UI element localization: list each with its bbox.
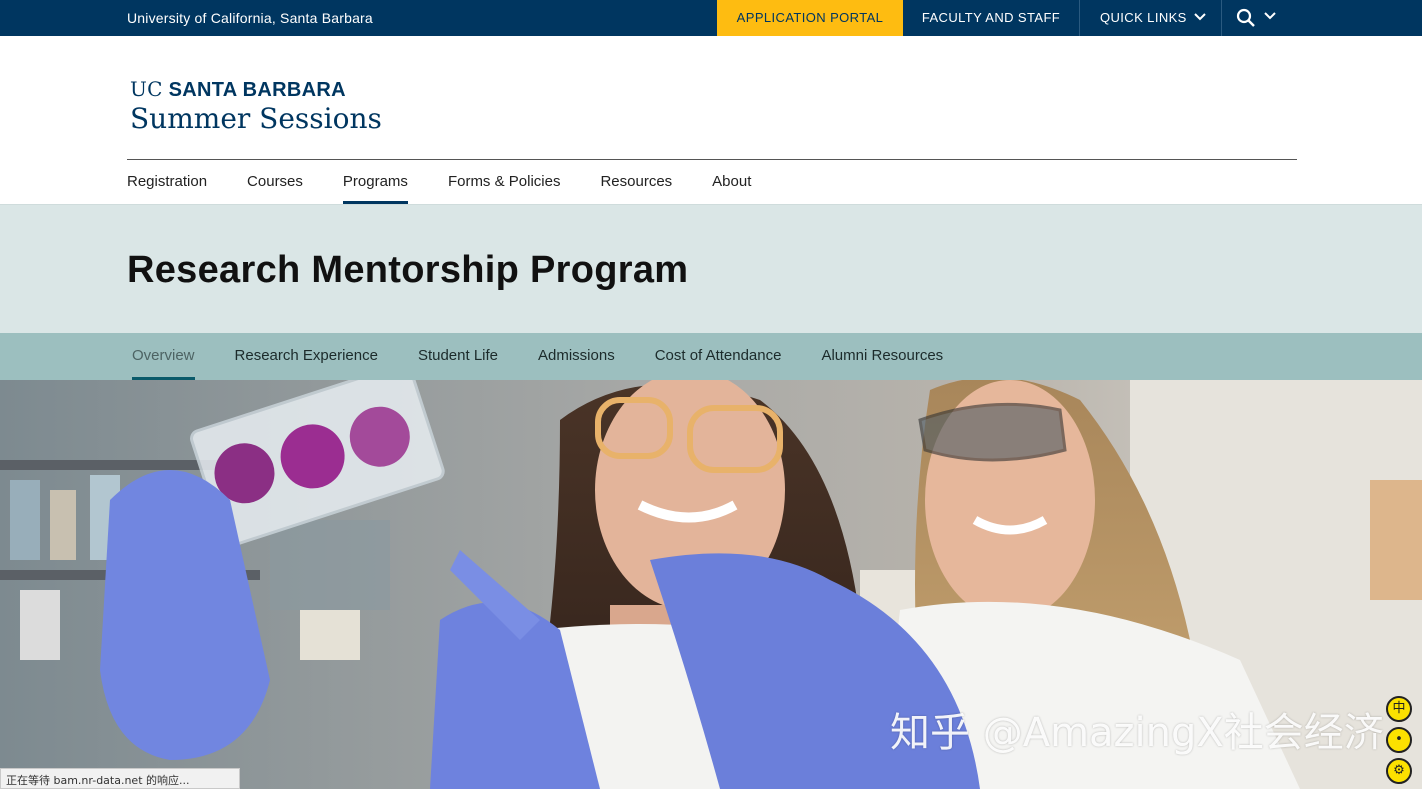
quick-links-label: QUICK LINKS — [1100, 10, 1187, 25]
browser-status-bar: 正在等待 bam.nr-data.net 的响应... — [0, 768, 240, 789]
summer-sessions-logo[interactable]: Summer Sessions — [130, 102, 382, 135]
utility-bar: University of California, Santa Barbara … — [0, 0, 1422, 36]
page-title-band: Research Mentorship Program — [0, 204, 1422, 333]
tab-alumni-resources[interactable]: Alumni Resources — [821, 333, 943, 380]
ucsb-logo[interactable]: UC SANTA BARBARA — [130, 77, 346, 102]
logo-uc-text: UC — [130, 77, 163, 101]
application-portal-button[interactable]: APPLICATION PORTAL — [717, 0, 903, 36]
university-link[interactable]: University of California, Santa Barbara — [127, 10, 373, 26]
zhihu-watermark: 知乎 @AmazingX社会经济 — [890, 710, 1384, 756]
nav-item-forms-policies[interactable]: Forms & Policies — [448, 162, 561, 204]
side-widget: 中 • ⚙ — [1386, 696, 1414, 789]
tab-research-experience[interactable]: Research Experience — [235, 333, 378, 380]
quick-links-dropdown[interactable]: QUICK LINKS — [1080, 0, 1222, 36]
header-divider — [127, 159, 1297, 160]
faculty-and-staff-link[interactable]: FACULTY AND STAFF — [903, 0, 1080, 36]
gear-icon[interactable]: ⚙ — [1386, 758, 1412, 784]
tab-overview[interactable]: Overview — [132, 333, 195, 380]
dot-menu-icon[interactable]: • — [1386, 727, 1412, 753]
page-title: Research Mentorship Program — [127, 249, 689, 291]
nav-item-resources[interactable]: Resources — [600, 162, 672, 204]
search-icon[interactable] — [1236, 8, 1258, 28]
main-nav: Registration Courses Programs Forms & Po… — [127, 162, 791, 204]
nav-item-courses[interactable]: Courses — [247, 162, 303, 204]
chevron-down-icon — [1194, 13, 1206, 21]
logo-santa-barbara-text: SANTA BARBARA — [168, 79, 346, 101]
tab-student-life[interactable]: Student Life — [418, 333, 498, 380]
program-subnav: Overview Research Experience Student Lif… — [0, 333, 1422, 380]
tab-cost-of-attendance[interactable]: Cost of Attendance — [655, 333, 782, 380]
nav-item-programs[interactable]: Programs — [342, 162, 408, 204]
nav-item-about[interactable]: About — [712, 162, 751, 204]
nav-item-registration[interactable]: Registration — [127, 162, 207, 204]
search-chevron-down-icon[interactable] — [1264, 11, 1276, 21]
tab-admissions[interactable]: Admissions — [538, 333, 615, 380]
language-icon[interactable]: 中 — [1386, 696, 1412, 722]
